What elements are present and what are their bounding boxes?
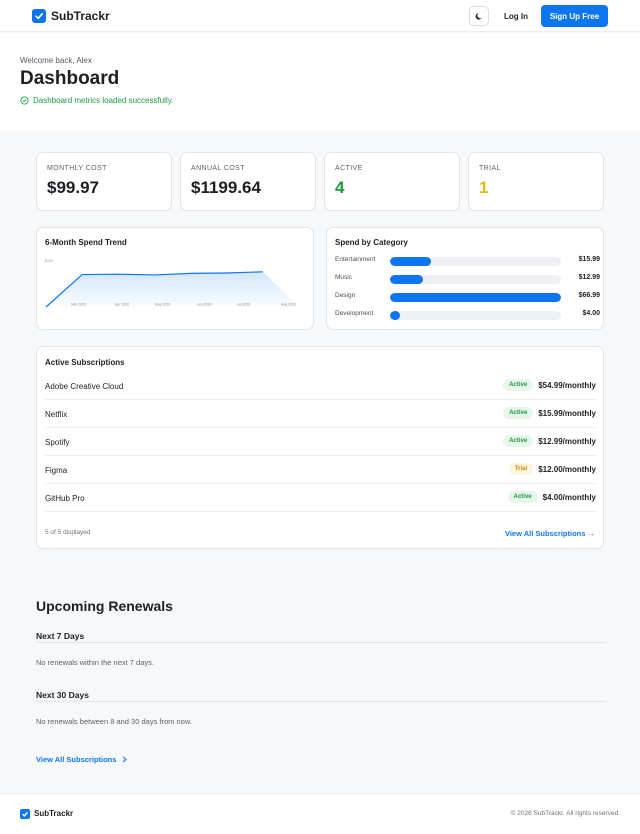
status-badge: Active xyxy=(507,491,538,503)
stat-card-active: ACTIVE 4 xyxy=(324,152,460,211)
stat-value: $99.97 xyxy=(47,178,99,197)
category-bar xyxy=(390,311,400,320)
category-bar xyxy=(390,275,423,284)
status-badge: Active xyxy=(503,407,534,419)
spend-by-category-panel: Spend by Category Entertainment $15.99 Mus… xyxy=(326,227,604,330)
welcome-text: Welcome back, Alex xyxy=(20,56,92,65)
status-text: Dashboard metrics loaded successfully. xyxy=(33,96,174,105)
category-amount: $66.99 xyxy=(578,292,600,299)
subscription-price: $54.99/monthly xyxy=(538,380,596,390)
stat-card-monthly-cost: MONTHLY COST $99.97 xyxy=(36,152,172,211)
stat-label: TRIAL xyxy=(479,165,501,172)
subscription-name: Netflix xyxy=(45,410,68,419)
stat-card-trial: TRIAL 1 xyxy=(468,152,604,211)
subscription-price: $12.00/monthly xyxy=(538,464,596,474)
category-amount: $4.00 xyxy=(582,310,600,317)
subscription-row[interactable]: Adobe Creative Cloud Active $54.99/monthly xyxy=(45,372,596,400)
footer-logo-icon xyxy=(20,809,30,819)
stat-label: ANNUAL COST xyxy=(191,165,245,172)
chevron-right-icon xyxy=(123,756,128,763)
category-label: Music xyxy=(335,274,352,281)
stat-label: MONTHLY COST xyxy=(47,165,107,172)
stat-card-annual-cost: ANNUAL COST $1199.64 xyxy=(180,152,316,211)
category-bar xyxy=(390,293,561,302)
subscription-row[interactable]: Spotify Active $12.99/monthly xyxy=(45,428,596,456)
spend-trend-chart: $100 Mar 2026 Apr 2026 May 2026 Jun 2026 Jul … xyxy=(45,259,299,308)
stat-label: ACTIVE xyxy=(335,165,363,172)
signup-button[interactable]: Sign Up Free xyxy=(541,5,608,27)
x-tick-label: Mar 2026 xyxy=(71,303,86,307)
category-row: Music $12.99 xyxy=(335,273,600,285)
next-30-days-heading: Next 30 Days xyxy=(36,690,89,700)
renewals-view-all-link[interactable]: View All Subscriptions xyxy=(36,755,128,764)
category-bar-track xyxy=(390,311,561,320)
moon-icon xyxy=(475,13,482,20)
subscription-name: Figma xyxy=(45,466,68,475)
category-amount: $15.99 xyxy=(578,256,600,263)
subscription-price: $15.99/monthly xyxy=(538,408,596,418)
footer-brand: SubTrackr xyxy=(34,809,74,818)
category-row: Entertainment $15.99 xyxy=(335,255,600,267)
copyright-text: © 2026 SubTrackr. All rights reserved. xyxy=(510,810,620,817)
y-tick-label: $100 xyxy=(45,259,53,263)
displayed-count: 5 of 5 displayed xyxy=(45,529,91,536)
stat-value: 1 xyxy=(479,178,489,197)
subscription-price: $12.99/monthly xyxy=(538,436,596,446)
spend-trend-panel: 6-Month Spend Trend $100 Mar 2026 Apr 2026… xyxy=(36,227,314,330)
category-label: Entertainment xyxy=(335,256,376,263)
x-tick-label: May 2026 xyxy=(155,303,170,307)
view-all-subscriptions-link[interactable]: View All Subscriptions → xyxy=(505,529,595,538)
subscription-row[interactable]: GitHub Pro Active $4.00/monthly xyxy=(45,484,596,512)
brand-name[interactable]: SubTrackr xyxy=(51,9,110,23)
top-navbar: SubTrackr Log In Sign Up Free xyxy=(0,0,640,32)
category-label: Design xyxy=(335,292,356,299)
theme-toggle-button[interactable] xyxy=(469,6,489,26)
subscription-name: Adobe Creative Cloud xyxy=(45,382,124,391)
category-bar-track xyxy=(390,275,561,284)
dashboard-header: Welcome back, Alex Dashboard Dashboard m… xyxy=(0,33,640,131)
category-bar-track xyxy=(390,293,561,302)
x-tick-label: Jul 2026 xyxy=(237,303,250,307)
x-tick-label: Jun 2026 xyxy=(197,303,211,307)
category-bar xyxy=(390,257,431,266)
category-label: Development xyxy=(335,310,374,317)
divider xyxy=(36,642,606,643)
stat-value: 4 xyxy=(335,178,345,197)
status-badge: Active xyxy=(503,435,534,447)
view-all-label[interactable]: View All Subscriptions xyxy=(36,755,116,764)
panel-title: Spend by Category xyxy=(335,238,408,247)
upcoming-renewals-title: Upcoming Renewals xyxy=(36,598,173,614)
subscription-name: Spotify xyxy=(45,438,70,447)
login-button[interactable]: Log In xyxy=(496,6,536,26)
divider xyxy=(36,701,606,702)
active-subscriptions-panel: Active Subscriptions Adobe Creative Clou… xyxy=(36,346,604,549)
status-badge: Trial xyxy=(508,463,534,475)
check-circle-icon xyxy=(20,96,29,105)
panel-title: Active Subscriptions xyxy=(45,358,125,367)
status-badge: Active xyxy=(503,379,534,391)
status-message: Dashboard metrics loaded successfully. xyxy=(20,96,173,105)
subscription-price: $4.00/monthly xyxy=(542,492,596,502)
logo-check-icon[interactable] xyxy=(32,9,46,23)
next-30-days-empty: No renewals between 8 and 30 days from n… xyxy=(36,717,192,726)
next-7-days-empty: No renewals within the next 7 days. xyxy=(36,658,154,667)
category-row: Design $66.99 xyxy=(335,291,600,303)
stat-value: $1199.64 xyxy=(191,178,261,197)
page-title: Dashboard xyxy=(20,68,120,89)
x-tick-label: Aug 2026 xyxy=(281,303,296,307)
subscription-row[interactable]: Figma Trial $12.00/monthly xyxy=(45,456,596,484)
subscription-row[interactable]: Netflix Active $15.99/monthly xyxy=(45,400,596,428)
next-7-days-heading: Next 7 Days xyxy=(36,631,85,641)
category-bar-track xyxy=(390,257,561,266)
footer: SubTrackr © 2026 SubTrackr. All rights r… xyxy=(0,793,640,834)
category-row: Development $4.00 xyxy=(335,309,600,321)
subscription-name: GitHub Pro xyxy=(45,494,85,503)
x-tick-label: Apr 2026 xyxy=(115,303,129,307)
category-amount: $12.99 xyxy=(578,274,600,281)
